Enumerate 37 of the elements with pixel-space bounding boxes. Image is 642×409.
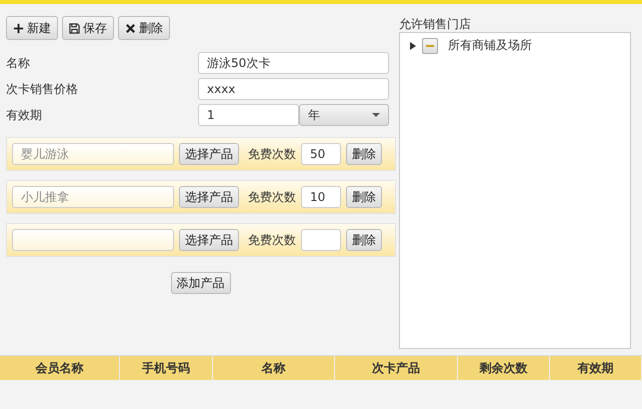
plus-icon bbox=[13, 22, 24, 34]
select-product-button[interactable]: 选择产品 bbox=[179, 229, 239, 251]
column-header[interactable]: 剩余次数 bbox=[458, 356, 550, 380]
product-field[interactable] bbox=[12, 229, 174, 251]
name-field[interactable]: 游泳50次卡 bbox=[198, 52, 389, 74]
field-label: 名称 bbox=[6, 54, 31, 72]
count-label: 免费次数 bbox=[248, 232, 296, 248]
checkbox[interactable] bbox=[422, 38, 438, 54]
select-product-button[interactable]: 选择产品 bbox=[179, 186, 239, 208]
delete-button[interactable]: 删除 bbox=[346, 143, 382, 165]
field-label: 次卡销售价格 bbox=[6, 80, 79, 98]
count-field[interactable] bbox=[301, 229, 341, 251]
tree-item[interactable]: 所有商铺及场所 bbox=[448, 37, 532, 54]
delete-button[interactable]: 删除 bbox=[346, 186, 382, 208]
expand-icon[interactable] bbox=[410, 42, 416, 50]
count-field[interactable]: 50 bbox=[301, 143, 341, 165]
toolbar-button[interactable]: 新建 bbox=[6, 16, 58, 40]
unit-dropdown[interactable]: 年 bbox=[299, 104, 389, 126]
add-product-button[interactable]: 添加产品 bbox=[170, 272, 230, 294]
panel-title: 允许销售门店 bbox=[399, 16, 472, 32]
column-header[interactable]: 手机号码 bbox=[120, 356, 213, 380]
price-field[interactable]: xxxx bbox=[198, 78, 389, 100]
field-label: 有效期 bbox=[6, 106, 43, 124]
count-field[interactable]: 10 bbox=[301, 186, 341, 208]
caret-icon bbox=[372, 113, 380, 117]
toolbar-button[interactable]: 保存 bbox=[62, 16, 114, 40]
select-product-button[interactable]: 选择产品 bbox=[179, 143, 239, 165]
count-label: 免费次数 bbox=[248, 188, 296, 206]
count-label: 免费次数 bbox=[248, 146, 296, 162]
delete-button[interactable]: 删除 bbox=[346, 229, 382, 251]
close-icon bbox=[125, 22, 136, 34]
validity-field[interactable]: 1 bbox=[198, 104, 299, 126]
column-header[interactable]: 会员名称 bbox=[0, 356, 120, 380]
column-header[interactable]: 名称 bbox=[213, 356, 335, 380]
column-header[interactable]: 次卡产品 bbox=[335, 356, 458, 380]
toolbar-button[interactable]: 删除 bbox=[118, 16, 170, 40]
column-header[interactable]: 有效期 bbox=[550, 356, 642, 380]
